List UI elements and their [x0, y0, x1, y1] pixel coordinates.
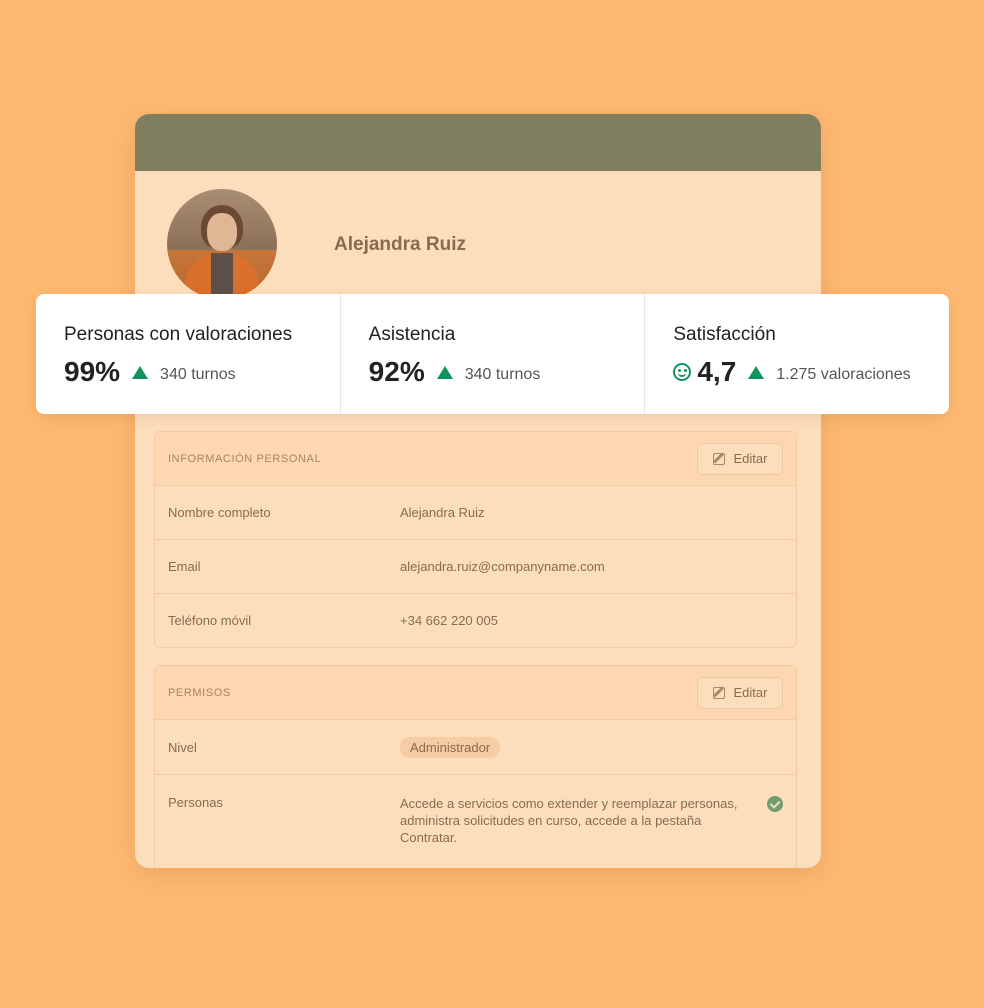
- field-label: Email: [168, 559, 201, 574]
- field-value: Accede a servicios como extender y reemp…: [400, 796, 738, 845]
- info-row: Nombre completo Alejandra Ruiz: [155, 486, 796, 540]
- field-label: Teléfono móvil: [168, 613, 252, 628]
- pencil-icon: [712, 686, 725, 699]
- field-value: Alejandra Ruiz: [400, 505, 485, 520]
- field-label: Nombre completo: [168, 505, 271, 520]
- stat-attendance: Asistencia 92% 340 turnos: [341, 294, 646, 414]
- stats-bar: Personas con valoraciones 99% 340 turnos…: [36, 294, 949, 414]
- stat-value: 99%: [64, 356, 121, 387]
- profile-name: Alejandra Ruiz: [334, 234, 466, 255]
- stat-satisfaction: Satisfacción 4,7 1.275 valoraciones: [645, 294, 949, 414]
- smile-icon: [673, 363, 692, 381]
- section-header: PERMISOS Editar: [155, 666, 796, 720]
- stat-ratings: Personas con valoraciones 99% 340 turnos: [36, 294, 341, 414]
- stat-label: Asistencia: [368, 324, 456, 345]
- arrow-up-icon: [748, 365, 765, 379]
- pencil-icon: [712, 452, 725, 465]
- avatar: [167, 189, 277, 299]
- card-header: [135, 114, 821, 171]
- stat-value: 92%: [368, 356, 425, 387]
- field-value: +34 662 220 005: [400, 613, 498, 628]
- check-icon: [767, 796, 783, 812]
- stat-sub: 1.275 valoraciones: [776, 366, 911, 383]
- section-title: PERMISOS: [168, 686, 231, 699]
- profile-card: Alejandra Ruiz INFORMACIÓN PERSONAL Edit…: [135, 114, 821, 868]
- stat-label: Personas con valoraciones: [64, 324, 293, 345]
- field-label: Nivel: [168, 739, 197, 755]
- edit-label: Editar: [733, 685, 768, 700]
- edit-personal-button[interactable]: Editar: [697, 442, 783, 475]
- field-value: alejandra.ruiz@companyname.com: [400, 559, 605, 574]
- stat-label: Satisfacción: [673, 324, 776, 345]
- permissions-section: PERMISOS Editar Nivel Administrador Pers…: [154, 665, 797, 868]
- info-row: Email alejandra.ruiz@companyname.com: [155, 540, 796, 594]
- field-label: Personas: [168, 795, 223, 810]
- stat-sub: 340 turnos: [464, 366, 541, 383]
- edit-permissions-button[interactable]: Editar: [697, 676, 783, 709]
- stat-sub: 340 turnos: [160, 366, 236, 383]
- info-row: Nivel Administrador: [155, 720, 796, 775]
- personal-info-section: INFORMACIÓN PERSONAL Editar Nombre compl…: [154, 431, 797, 648]
- info-row: Teléfono móvil +34 662 220 005: [155, 594, 796, 647]
- stat-value: 4,7: [697, 356, 737, 387]
- section-header: INFORMACIÓN PERSONAL Editar: [155, 432, 796, 486]
- level-badge: Administrador: [400, 736, 501, 758]
- arrow-up-icon: [436, 365, 453, 379]
- section-title: INFORMACIÓN PERSONAL: [168, 452, 322, 465]
- info-row: Personas Accede a servicios como extende…: [155, 775, 796, 863]
- arrow-up-icon: [132, 365, 149, 379]
- edit-label: Editar: [733, 451, 768, 466]
